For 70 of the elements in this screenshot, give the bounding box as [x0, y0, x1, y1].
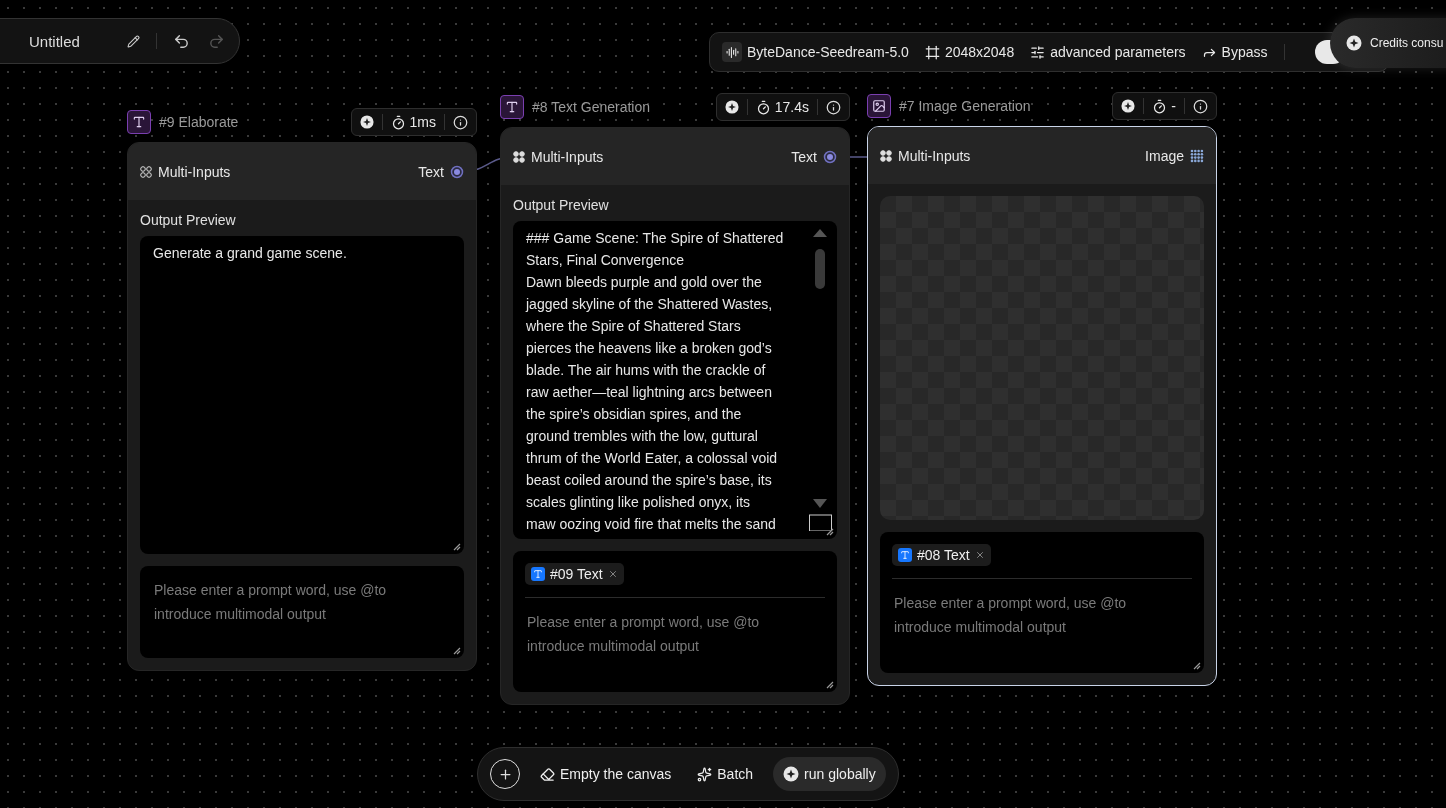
preview-text: Generate a grand game scene. [153, 244, 348, 263]
eraser-icon [540, 766, 555, 782]
text-type-icon [531, 567, 545, 581]
frame-icon [924, 44, 940, 60]
bars-icon [722, 42, 742, 62]
credits-icon [359, 115, 374, 129]
output-label: Text [791, 148, 837, 165]
image-icon [867, 94, 891, 118]
prompt-field[interactable]: Please enter a prompt word, use @to introduce multimodal output [892, 591, 1192, 661]
model-setting[interactable]: 2048x2048 [924, 44, 1015, 60]
node-title: #8 Text Generation [532, 99, 651, 115]
text-type-icon [898, 548, 912, 562]
resize-handle-icon[interactable] [451, 541, 461, 551]
prompt-box[interactable]: Please enter a prompt word, use @to introduce multimodal output [140, 566, 464, 658]
prompt-box[interactable]: #09 Text Please enter a prompt word, use @to introduce multimodal output [513, 551, 837, 692]
preview-text: ### Game Scene: The Spire of Shattered Stars, Final Convergence Dawn bleeds purple and gold over the jagged skyline of the Shattered Wastes, where the Spire of Shattered Stars pierces the heavens like a broken god’s blade. The air hums with the crackle of raw aether—teal lightning arcs between the spire’s obsidian spires, and the ground trembles with the low, guttural thrum of the World Eater, a colossal void beast coiled around the spire’s base, its scales glinting like polished onyx, its maw oozing void fire that melts the sand [526, 229, 785, 534]
text-type-icon [127, 110, 151, 134]
project-title: Untitled [29, 32, 81, 50]
inputs-label: Multi-Inputs [880, 147, 971, 164]
model-setting[interactable]: advanced parameters [1030, 44, 1186, 60]
output-label: Image [1145, 147, 1204, 164]
sparkles-icon [697, 766, 713, 782]
dots-icon [140, 165, 152, 178]
scrollbar-drawing[interactable] [809, 227, 833, 531]
port-icon[interactable] [823, 149, 837, 164]
plus-icon [497, 766, 513, 782]
dots-icon [513, 150, 525, 163]
reference-chip[interactable]: #08 Text [892, 544, 991, 566]
action-button[interactable]: Batch [691, 757, 760, 791]
info-icon[interactable] [453, 114, 468, 130]
timer-icon [1152, 98, 1168, 114]
run-time: 17.4s [755, 99, 809, 115]
output-label: Text [418, 163, 464, 180]
action-button[interactable]: run globally [773, 757, 886, 791]
info-icon[interactable] [1193, 98, 1208, 114]
prompt-field[interactable]: Please enter a prompt word, use @to introduce multimodal output [525, 610, 825, 680]
close-icon[interactable] [974, 550, 985, 560]
run-time: 1ms [390, 114, 436, 130]
resize-handle-icon[interactable] [1191, 660, 1201, 670]
run-time: - [1152, 98, 1176, 114]
timer-icon [755, 99, 771, 115]
prompt-field[interactable]: Please enter a prompt word, use @to introduce multimodal output [152, 578, 452, 646]
sliders-icon [1030, 44, 1046, 60]
edit-button[interactable] [125, 32, 142, 50]
credits-icon [1121, 99, 1136, 113]
resize-handle-icon[interactable] [451, 645, 461, 655]
resize-handle-icon[interactable] [824, 679, 834, 689]
model-setting[interactable]: ByteDance-Seedream-5.0 [722, 42, 909, 62]
run-icon [783, 766, 800, 782]
action-button[interactable]: Empty the canvas [534, 757, 678, 791]
credits-icon [724, 100, 739, 114]
close-icon[interactable] [607, 569, 618, 579]
timer-icon [390, 114, 406, 130]
reference-chip[interactable]: #09 Text [525, 563, 624, 585]
node-title: #7 Image Generation [899, 98, 1031, 114]
prompt-box[interactable]: #08 Text Please enter a prompt word, use @to introduce multimodal output [880, 532, 1204, 673]
resize-handle-icon[interactable] [824, 526, 834, 536]
text-type-icon [500, 95, 524, 119]
inputs-label: Multi-Inputs [140, 163, 231, 180]
preview-label: Output Preview [140, 212, 237, 228]
node-title: #9 Elaborate [159, 114, 239, 130]
dots-icon [880, 149, 892, 162]
info-icon[interactable] [826, 99, 841, 115]
port-icon[interactable] [450, 164, 464, 179]
preview-label: Output Preview [513, 197, 610, 213]
inputs-label: Multi-Inputs [513, 148, 604, 165]
model-setting[interactable]: Bypass [1201, 44, 1268, 60]
grid-icon[interactable] [1190, 148, 1204, 163]
credits-icon [1346, 35, 1362, 51]
credits-text: Credits consu [1370, 36, 1444, 50]
